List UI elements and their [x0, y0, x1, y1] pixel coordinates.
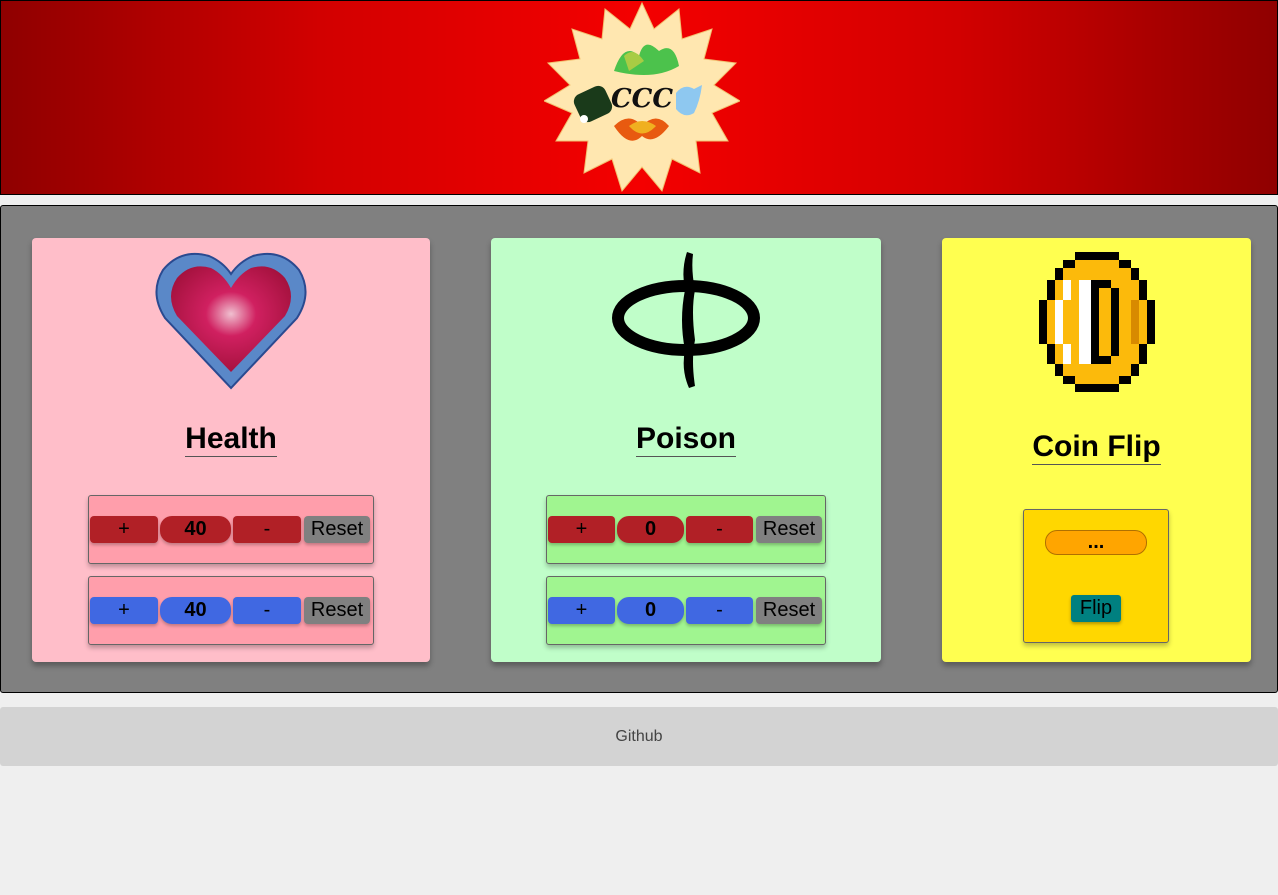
- card-title-health: Health: [185, 422, 277, 457]
- footer: Github: [0, 707, 1278, 766]
- poison-reset-button[interactable]: Reset: [756, 516, 822, 543]
- pixel-coin-icon: [1038, 252, 1155, 392]
- health-counter-2: + 40 - Reset: [88, 576, 374, 645]
- ccc-sun-logo: CCC: [544, 1, 740, 193]
- poison-plus-button[interactable]: +: [548, 597, 615, 624]
- poison-value: 0: [617, 516, 684, 543]
- poison-minus-button[interactable]: -: [686, 516, 753, 543]
- phyrexian-phi-icon: [612, 252, 760, 388]
- main-panel: Health + 40 - Reset + 40 - Reset Poison …: [0, 205, 1278, 693]
- coin-flip-box: ... Flip: [1023, 509, 1169, 643]
- card-title-coin-flip: Coin Flip: [1032, 430, 1161, 465]
- card-title-poison: Poison: [635, 422, 736, 457]
- health-reset-button[interactable]: Reset: [304, 597, 370, 624]
- health-counter-1: + 40 - Reset: [88, 495, 374, 564]
- github-link[interactable]: Github: [615, 728, 662, 746]
- coin-result-display: ...: [1045, 530, 1147, 555]
- poison-minus-button[interactable]: -: [686, 597, 753, 624]
- heart-container-icon: [155, 252, 307, 390]
- poison-plus-button[interactable]: +: [548, 516, 615, 543]
- flip-button[interactable]: Flip: [1071, 595, 1121, 622]
- health-reset-button[interactable]: Reset: [304, 516, 370, 543]
- poison-counter-2: + 0 - Reset: [546, 576, 826, 645]
- health-minus-button[interactable]: -: [233, 516, 301, 543]
- poison-reset-button[interactable]: Reset: [756, 597, 822, 624]
- health-value: 40: [160, 516, 231, 543]
- poison-value: 0: [617, 597, 684, 624]
- header-banner: CCC: [0, 0, 1278, 195]
- health-plus-button[interactable]: +: [90, 597, 158, 624]
- health-minus-button[interactable]: -: [233, 597, 301, 624]
- health-plus-button[interactable]: +: [90, 516, 158, 543]
- poison-counter-1: + 0 - Reset: [546, 495, 826, 564]
- poison-card: Poison + 0 - Reset + 0 - Reset: [491, 238, 881, 662]
- coin-flip-card: Coin Flip ... Flip: [942, 238, 1251, 662]
- health-value: 40: [160, 597, 231, 624]
- svg-text:CCC: CCC: [611, 84, 673, 114]
- health-card: Health + 40 - Reset + 40 - Reset: [32, 238, 430, 662]
